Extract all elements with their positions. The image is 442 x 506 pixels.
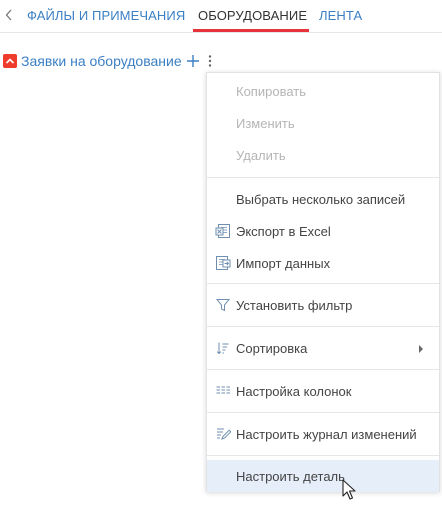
menu-separator xyxy=(207,326,439,327)
menu-item-label: Настройка колонок xyxy=(236,383,352,399)
menu-item-label: Экспорт в Excel xyxy=(236,223,331,239)
excel-export-icon xyxy=(215,223,231,239)
menu-item-label: Настроить деталь xyxy=(236,468,345,484)
detail-header: Заявки на оборудование xyxy=(3,51,214,71)
menu-item-set-filter[interactable]: Установить фильтр xyxy=(207,289,439,321)
kebab-icon xyxy=(208,55,211,67)
menu-item-label: Удалить xyxy=(236,147,286,163)
collapse-icon xyxy=(5,58,15,64)
plus-icon xyxy=(186,55,199,67)
menu-item-sorting[interactable]: Сортировка xyxy=(207,332,439,364)
menu-item-label: Изменить xyxy=(236,115,295,131)
collapse-detail-button[interactable] xyxy=(3,54,17,68)
menu-item-import-data[interactable]: Импорт данных xyxy=(207,247,439,279)
columns-icon xyxy=(215,383,231,399)
menu-separator xyxy=(207,455,439,456)
menu-item-edit[interactable]: Изменить xyxy=(207,107,439,139)
tab-equipment[interactable]: ОБОРУДОВАНИЕ xyxy=(198,0,307,32)
menu-item-select-multiple[interactable]: Выбрать несколько записей xyxy=(207,183,439,215)
menu-separator xyxy=(207,177,439,178)
menu-item-export-excel[interactable]: Экспорт в Excel xyxy=(207,215,439,247)
menu-item-delete[interactable]: Удалить xyxy=(207,139,439,171)
sort-icon xyxy=(215,340,231,356)
tab-bar: ФАЙЛЫ И ПРИМЕЧАНИЯ ОБОРУДОВАНИЕ ЛЕНТА xyxy=(0,0,442,33)
detail-title[interactable]: Заявки на оборудование xyxy=(21,53,182,69)
menu-item-label: Установить фильтр xyxy=(236,297,353,313)
detail-actions-button[interactable] xyxy=(206,54,214,68)
menu-item-label: Копировать xyxy=(236,83,306,99)
mouse-cursor-icon xyxy=(342,479,356,500)
menu-item-label: Выбрать несколько записей xyxy=(236,191,406,207)
menu-item-column-settings[interactable]: Настройка колонок xyxy=(207,375,439,407)
menu-separator xyxy=(207,369,439,370)
menu-item-label: Настроить журнал изменений xyxy=(236,426,417,442)
tab-files-and-notes[interactable]: ФАЙЛЫ И ПРИМЕЧАНИЯ xyxy=(27,0,185,32)
submenu-arrow-icon xyxy=(419,345,423,353)
change-log-icon xyxy=(215,426,231,442)
add-record-button[interactable] xyxy=(186,54,200,68)
filter-icon xyxy=(215,297,231,313)
menu-item-configure-detail[interactable]: Настроить деталь xyxy=(207,460,439,492)
active-tab-indicator xyxy=(193,29,309,32)
chevron-left-icon xyxy=(5,9,12,21)
menu-item-change-log[interactable]: Настроить журнал изменений xyxy=(207,418,439,450)
menu-separator xyxy=(207,283,439,284)
tab-feed[interactable]: ЛЕНТА xyxy=(319,0,362,32)
menu-separator xyxy=(207,412,439,413)
tabs-scroll-left-button[interactable] xyxy=(0,4,18,26)
detail-actions-menu: Копировать Изменить Удалить Выбрать неск… xyxy=(206,72,440,492)
menu-item-label: Сортировка xyxy=(236,340,308,356)
data-import-icon xyxy=(215,255,231,271)
menu-item-label: Импорт данных xyxy=(236,255,331,271)
menu-item-copy[interactable]: Копировать xyxy=(207,75,439,107)
